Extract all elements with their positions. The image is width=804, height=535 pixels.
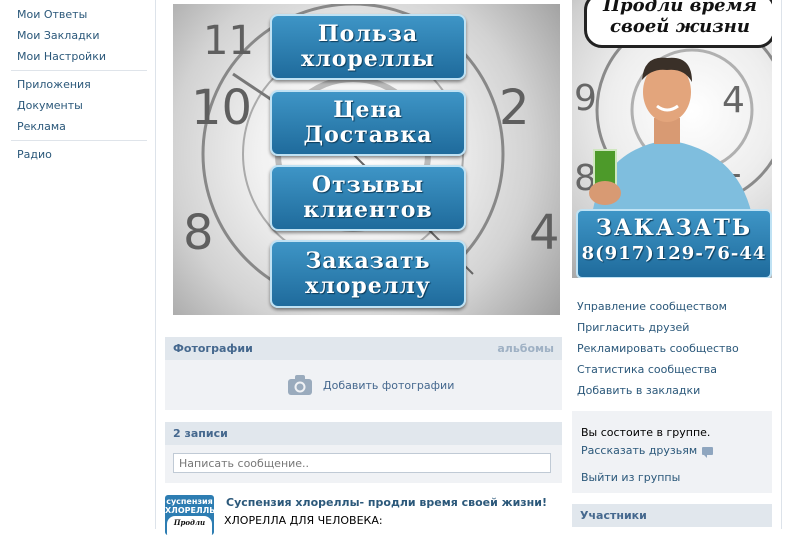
menu-graphic: 10 2 8 4 11 Польза хлореллы Цена Доставк…	[173, 4, 560, 315]
nav-separator	[11, 140, 147, 141]
leave-group-link[interactable]: Выйти из группы	[581, 471, 680, 484]
wall-header: 2 записи	[165, 422, 562, 445]
community-statistics-link[interactable]: Статистика сообщества	[577, 363, 717, 376]
menu-button-line: Заказать	[305, 248, 431, 274]
post-title-link[interactable]: Суспензия хлореллы- продли время своей ж…	[226, 496, 547, 509]
left-divider	[155, 0, 156, 529]
community-avatar[interactable]: 4 9 5 8 Продли время своей жизни ЗАКАЗАТ…	[572, 0, 772, 278]
nav-item-radio[interactable]: Радио	[17, 148, 52, 161]
order-label: ЗАКАЗАТЬ	[595, 215, 753, 241]
svg-text:10: 10	[191, 80, 252, 136]
nav-item-documents[interactable]: Документы	[17, 99, 83, 112]
nav-item-my-answers[interactable]: Мои Ответы	[17, 8, 87, 21]
photos-title[interactable]: Фотографии	[173, 342, 253, 355]
menu-button-line: Польза	[317, 21, 419, 47]
photos-header: Фотографии альбомы	[165, 337, 562, 360]
menu-button-line: клиентов	[303, 197, 433, 223]
camera-icon	[288, 375, 312, 395]
menu-button-reviews[interactable]: Отзывы клиентов	[270, 165, 466, 231]
svg-text:8: 8	[183, 205, 214, 261]
order-banner: ЗАКАЗАТЬ 8(917)129-76-44	[576, 209, 772, 278]
nav-separator	[11, 70, 147, 71]
menu-button-price-delivery[interactable]: Цена Доставка	[270, 90, 466, 156]
right-divider	[781, 0, 782, 529]
menu-button-line: Доставка	[303, 122, 433, 148]
new-post-input[interactable]	[173, 453, 551, 473]
nav-item-applications[interactable]: Приложения	[17, 78, 91, 91]
share-label: Рассказать друзьям	[581, 444, 698, 457]
menu-button-line: хлореллу	[305, 273, 431, 299]
post-thumb-line: ХЛОРЕЛЛЫ	[165, 506, 214, 515]
post-thumb-slogan: Продли время	[167, 516, 212, 535]
members-title: Участники	[580, 509, 647, 522]
menu-button-line: хлореллы	[301, 46, 435, 72]
invite-friends-link[interactable]: Пригласить друзей	[577, 321, 689, 334]
albums-link[interactable]: альбомы	[497, 342, 554, 355]
slogan-bubble: Продли время своей жизни	[584, 0, 772, 48]
photos-body: Добавить фотографии	[165, 360, 562, 410]
post-thumb-text: суспензия ХЛОРЕЛЛЫ	[165, 497, 214, 515]
nav-item-ads[interactable]: Реклама	[17, 120, 66, 133]
post-author-avatar[interactable]: суспензия ХЛОРЕЛЛЫ Продли время	[165, 495, 214, 535]
speech-bubble-icon	[702, 447, 714, 458]
svg-text:4: 4	[529, 205, 560, 261]
menu-button-line: Цена	[333, 97, 403, 123]
slogan-line: своей жизни	[610, 16, 750, 37]
share-with-friends-link[interactable]: Рассказать друзьям	[581, 444, 714, 458]
add-to-bookmarks-link[interactable]: Добавить в закладки	[577, 384, 700, 397]
post-text: ХЛОРЕЛЛА ДЛЯ ЧЕЛОВЕКА:	[224, 514, 383, 527]
members-header[interactable]: Участники	[572, 504, 772, 527]
wall-count-label[interactable]: 2 записи	[173, 427, 228, 440]
menu-button-benefits[interactable]: Польза хлореллы	[270, 14, 466, 80]
left-navigation: Мои Ответы Мои Закладки Мои Настройки Пр…	[0, 0, 155, 529]
manage-community-link[interactable]: Управление сообществом	[577, 300, 727, 313]
svg-text:11: 11	[203, 18, 254, 64]
nav-item-my-settings[interactable]: Мои Настройки	[17, 50, 106, 63]
svg-text:2: 2	[499, 80, 530, 136]
membership-status: Вы состоите в группе.	[581, 426, 711, 439]
menu-button-line: Отзывы	[311, 172, 425, 198]
advertise-community-link[interactable]: Рекламировать сообщество	[577, 342, 739, 355]
membership-box: Вы состоите в группе. Рассказать друзьям…	[572, 411, 772, 493]
menu-button-order[interactable]: Заказать хлореллу	[270, 240, 466, 308]
slogan-line: Продли время	[603, 0, 757, 16]
nav-item-my-bookmarks[interactable]: Мои Закладки	[17, 29, 99, 42]
phone-number: 8(917)129-76-44	[581, 243, 767, 264]
post-thumb-line: суспензия	[166, 497, 213, 506]
add-photos-label: Добавить фотографии	[323, 379, 455, 392]
